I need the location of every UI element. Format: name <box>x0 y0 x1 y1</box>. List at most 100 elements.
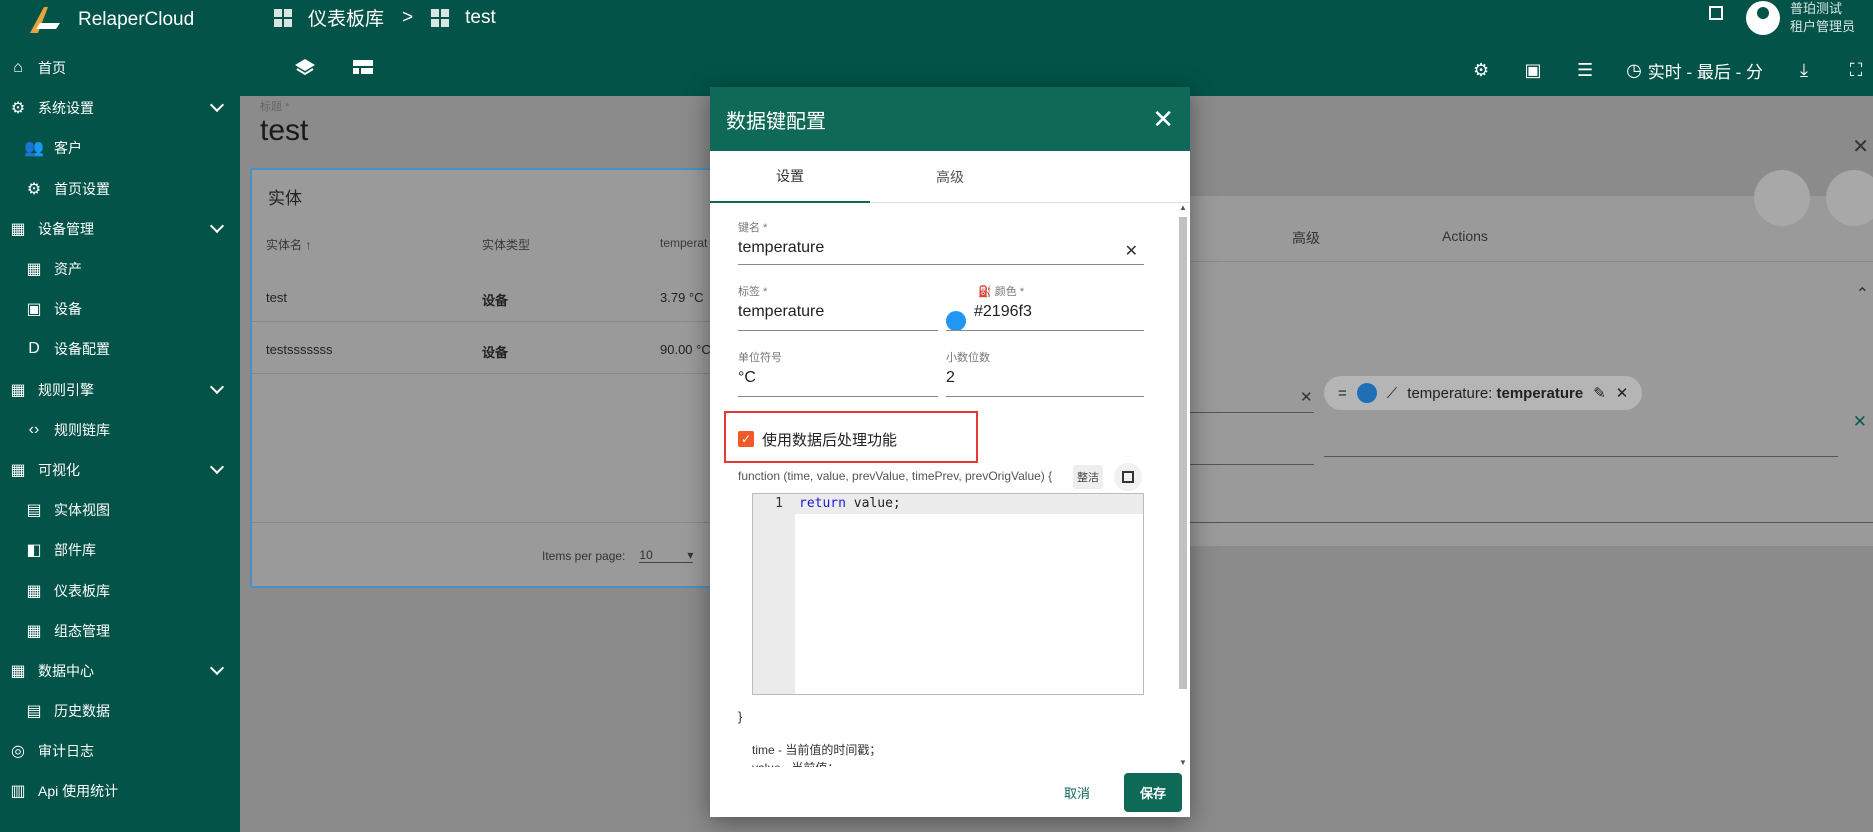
edit-icon[interactable]: ✎ <box>1593 384 1606 402</box>
help-text: value - 当前值； <box>752 759 839 767</box>
decimals-field[interactable]: 小数位数 2 <box>946 349 1144 397</box>
user-menu[interactable]: 普珀测试 租户管理员 <box>1745 0 1855 36</box>
drag-handle-icon[interactable]: = <box>1338 385 1347 402</box>
device-icon[interactable]: ▣ <box>1522 60 1544 81</box>
app-logo[interactable]: RelaperCloud <box>0 0 240 40</box>
expand-icon[interactable]: ⛶ <box>1845 60 1867 81</box>
items-per-page-select[interactable]: 10 ▾ <box>639 548 694 563</box>
download-icon[interactable]: ⤓ <box>1793 60 1815 81</box>
sidebar-item[interactable]: ‹› 规则链库 <box>0 410 240 450</box>
timewindow-button[interactable]: ◷ 实时 - 最后 - 分 <box>1626 58 1763 83</box>
sidebar-item[interactable]: ⚙ 系统设置 <box>0 88 240 128</box>
sidebar-item[interactable]: ▤ 历史数据 <box>0 691 240 731</box>
filter-icon[interactable]: ☰ <box>1574 60 1596 81</box>
sidebar-item[interactable]: ▦ 数据中心 <box>0 651 240 691</box>
sidebar-item[interactable]: ▦ 可视化 <box>0 450 240 490</box>
table-cell: 设备 <box>482 345 509 360</box>
line-number: 1 <box>775 496 783 511</box>
settings-icon[interactable]: ⚙ <box>1470 60 1492 81</box>
decimals-input[interactable]: 2 <box>946 369 955 386</box>
column-header[interactable]: 实体名 ↑ <box>266 236 311 253</box>
label-input[interactable]: temperature <box>738 303 824 320</box>
tab-advanced[interactable]: 高级 <box>1292 228 1320 248</box>
sidebar-item[interactable]: ▦ 资产 <box>0 249 240 289</box>
building-icon: ▦ <box>10 381 26 399</box>
tidy-button[interactable]: 整洁 <box>1073 465 1103 489</box>
sidebar-item-label: 实体视图 <box>54 502 110 519</box>
clear-icon[interactable]: ✕ <box>1300 388 1313 406</box>
table-cell: testsssssss <box>266 342 333 357</box>
dialog-title: 数据键配置 <box>726 110 826 133</box>
layout-icon[interactable] <box>352 58 374 76</box>
sidebar-item[interactable]: D 设备配置 <box>0 329 240 369</box>
clock-icon: ◷ <box>1626 60 1642 80</box>
sidebar-item-label: 客户 <box>54 140 82 157</box>
postprocess-checkbox[interactable]: ✓ <box>738 431 754 447</box>
table-row[interactable]: test 设备 3.79 °C <box>252 270 718 322</box>
key-name-field[interactable]: 键名 * temperature ✕ <box>738 219 1144 265</box>
function-closing-brace: } <box>738 709 743 724</box>
sidebar-item-label: 设备配置 <box>54 341 110 358</box>
chevron-down-icon[interactable] <box>209 379 225 394</box>
layers-icon[interactable] <box>294 58 316 76</box>
clear-icon[interactable]: ✕ <box>1125 241 1138 261</box>
datakey-chip[interactable]: = ⟋ temperature: temperature ✎ ✕ <box>1324 376 1643 410</box>
scrollbar-thumb[interactable] <box>1179 217 1187 689</box>
units-field[interactable]: 单位符号 °C <box>738 349 938 397</box>
breadcrumb-dashboards[interactable]: 仪表板库 <box>308 4 384 31</box>
breadcrumb-current: test <box>465 6 496 28</box>
code-editor[interactable]: 1 return value; <box>752 493 1144 695</box>
color-field[interactable]: ⛽ 颜色 * #2196f3 <box>946 283 1144 331</box>
chevron-down-icon[interactable] <box>209 218 225 233</box>
sidebar-item[interactable]: ▤ 实体视图 <box>0 490 240 530</box>
fullscreen-icon[interactable] <box>1114 463 1142 491</box>
remove-icon[interactable]: ✕ <box>1616 384 1629 402</box>
table-row[interactable]: testsssssss 设备 90.00 °C <box>252 322 718 374</box>
sidebar-item[interactable]: ▦ 规则引擎 <box>0 370 240 410</box>
save-button[interactable]: 保存 <box>1123 772 1182 812</box>
items-per-page-label: Items per page: <box>542 548 626 563</box>
color-input[interactable]: #2196f3 <box>974 303 1032 320</box>
sidebar-item[interactable]: ⚙ 首页设置 <box>0 169 240 209</box>
key-name-input[interactable]: temperature <box>738 239 824 256</box>
sidebar-item-label: 资产 <box>54 261 82 278</box>
units-input[interactable]: °C <box>738 369 756 386</box>
column-header[interactable]: 实体类型 <box>482 236 530 253</box>
tab-advanced[interactable]: 高级 <box>870 151 1030 203</box>
sidebar-item[interactable]: ◧ 部件库 <box>0 530 240 570</box>
settings-box-icon: ⚙ <box>26 180 42 198</box>
tab-settings[interactable]: 设置 <box>710 151 870 203</box>
sidebar-item[interactable]: ▦ 仪表板库 <box>0 570 240 610</box>
dashboard-icon: ▦ <box>26 582 42 600</box>
postprocess-checkbox-label[interactable]: 使用数据后处理功能 <box>762 429 897 450</box>
chevron-down-icon[interactable] <box>209 660 225 675</box>
sidebar-item[interactable]: ⌂ 首页 <box>0 48 240 88</box>
discard-button[interactable] <box>1826 170 1873 226</box>
scrollbar[interactable]: ▲ ▼ <box>1178 203 1188 767</box>
building-icon: ▦ <box>10 220 26 238</box>
sidebar-item[interactable]: ◎ 审计日志 <box>0 731 240 771</box>
sidebar-item[interactable]: ▣ 设备 <box>0 289 240 329</box>
sidebar-item[interactable]: 👥 客户 <box>0 128 240 168</box>
dashboard-title[interactable]: test <box>260 114 308 148</box>
dashboard-icon <box>431 8 450 27</box>
chevron-down-icon[interactable] <box>209 98 225 113</box>
sidebar-item[interactable]: ▦ 设备管理 <box>0 209 240 249</box>
chevron-down-icon[interactable] <box>209 459 225 474</box>
column-header[interactable]: temperat <box>660 236 707 250</box>
label-field[interactable]: 标签 * temperature <box>738 283 938 331</box>
sidebar-item[interactable]: ▥ Api 使用统计 <box>0 771 240 811</box>
help-text: time - 当前值的时间戳； <box>752 743 882 757</box>
apply-button[interactable] <box>1754 170 1810 226</box>
code-line[interactable]: return value; <box>799 496 901 511</box>
table-cell: test <box>266 290 287 305</box>
sidebar-menu: ⌂ 首页 ⚙ 系统设置 👥 客户 ⚙ 首页设置 ▦ 设备管理 ▦ 资产 ▣ 设备 D 设备配置 ▦ 规则引擎 ‹› 规… <box>0 48 240 812</box>
close-icon[interactable]: ✕ <box>1852 134 1869 159</box>
clear-icon[interactable]: ✕ <box>1853 412 1867 432</box>
sidebar-item[interactable]: ▦ 组态管理 <box>0 611 240 651</box>
cancel-button[interactable]: 取消 <box>1052 775 1102 810</box>
tab-actions[interactable]: Actions <box>1442 228 1488 244</box>
fullscreen-icon[interactable] <box>1709 6 1723 20</box>
close-icon[interactable]: ✕ <box>1152 104 1174 135</box>
collapse-icon[interactable]: ⌃ <box>1856 284 1869 304</box>
